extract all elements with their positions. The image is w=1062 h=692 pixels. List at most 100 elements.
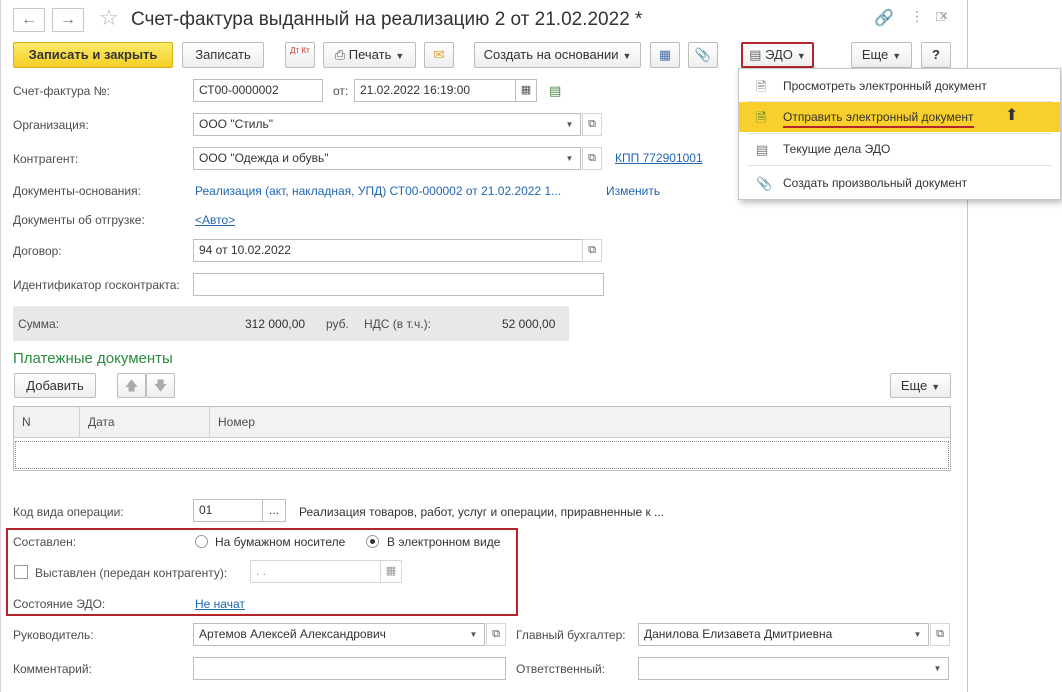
menu-edo-tasks-label: Текущие дела ЭДО bbox=[783, 142, 891, 156]
comment-field[interactable] bbox=[193, 657, 506, 680]
printer-icon: ⎙ bbox=[334, 47, 346, 62]
head-dropdown-icon[interactable]: ▼ bbox=[463, 623, 485, 646]
arrow-up-icon: 🡅 bbox=[124, 378, 139, 393]
operation-code-field[interactable]: 01 bbox=[193, 499, 263, 522]
column-date[interactable]: Дата bbox=[80, 407, 210, 438]
payments-table[interactable]: N Дата Номер bbox=[13, 406, 951, 471]
edo-state-label: Состояние ЭДО: bbox=[13, 597, 106, 611]
change-link[interactable]: Изменить bbox=[606, 184, 660, 198]
shipping-docs-label: Документы об отгрузке: bbox=[13, 213, 145, 227]
more-label: Еще bbox=[861, 47, 889, 62]
dtkt-icon: Дт Кт bbox=[290, 46, 310, 55]
edo-state-link[interactable]: Не начат bbox=[195, 597, 245, 611]
head-field[interactable]: Артемов Алексей Александрович bbox=[193, 623, 464, 646]
issued-date-field[interactable]: . . bbox=[250, 560, 381, 583]
org-label: Организация: bbox=[13, 118, 89, 132]
help-button[interactable]: ? bbox=[921, 42, 951, 68]
create-based-label: Создать на основании bbox=[483, 47, 619, 62]
back-button[interactable]: ← bbox=[13, 8, 45, 32]
contract-open-icon[interactable]: ⧉ bbox=[582, 239, 602, 262]
edo-tasks-icon: ▤ bbox=[756, 142, 769, 157]
paper-radio-label[interactable]: На бумажном носителе bbox=[215, 535, 345, 549]
more-button[interactable]: Еще ▼ bbox=[851, 42, 912, 68]
menu-send-edoc[interactable]: 🗎 Отправить электронный документ ⬆ bbox=[739, 102, 1060, 132]
table-row[interactable] bbox=[15, 441, 949, 469]
shipping-docs-link[interactable]: <Авто> bbox=[195, 213, 235, 227]
paperclip-icon: 📎 bbox=[756, 176, 773, 191]
gov-id-field[interactable] bbox=[193, 273, 604, 296]
operation-description: Реализация товаров, работ, услуг и опера… bbox=[299, 505, 665, 519]
move-down-button[interactable]: 🡇 bbox=[146, 373, 175, 398]
responsible-dropdown-icon[interactable]: ▼ bbox=[927, 657, 949, 680]
column-n[interactable]: N bbox=[14, 407, 80, 438]
comment-label: Комментарий: bbox=[13, 662, 92, 676]
paperclip-icon: 📎 bbox=[694, 47, 712, 62]
save-button[interactable]: Записать bbox=[182, 42, 264, 68]
payments-more-button[interactable]: Еще ▼ bbox=[890, 373, 951, 398]
issued-calendar-icon[interactable]: ▦ bbox=[380, 560, 402, 583]
responsible-field[interactable] bbox=[638, 657, 928, 680]
menu-create-doc-label: Создать произвольный документ bbox=[783, 176, 968, 190]
date-field[interactable]: 21.02.2022 16:19:00 bbox=[354, 79, 516, 102]
counterparty-field[interactable]: ООО "Одежда и обувь" bbox=[193, 147, 560, 170]
kpp-link[interactable]: КПП 772901001 bbox=[615, 151, 703, 165]
payments-more-label: Еще bbox=[900, 378, 928, 393]
operation-select-button[interactable]: ... bbox=[262, 499, 286, 522]
electronic-radio-label[interactable]: В электронном виде bbox=[387, 535, 500, 549]
print-button[interactable]: ⎙ Печать ▼ bbox=[323, 42, 416, 68]
table-header: N Дата Номер bbox=[14, 407, 950, 438]
move-up-button[interactable]: 🡅 bbox=[117, 373, 146, 398]
accountant-label: Главный бухгалтер: bbox=[516, 628, 626, 642]
accountant-field[interactable]: Данилова Елизавета Дмитриевна bbox=[638, 623, 908, 646]
contract-field[interactable]: 94 от 10.02.2022 bbox=[193, 239, 583, 262]
email-button[interactable]: ✉ bbox=[424, 42, 454, 68]
menu-edo-tasks[interactable]: ▤ Текущие дела ЭДО bbox=[739, 134, 1060, 164]
menu-divider bbox=[747, 165, 1052, 166]
accountant-dropdown-icon[interactable]: ▼ bbox=[907, 623, 929, 646]
arrow-right-icon: → bbox=[60, 11, 76, 28]
base-docs-link[interactable]: Реализация (акт, накладная, УПД) СТ00-00… bbox=[195, 184, 561, 198]
more-vert-icon[interactable]: ⋮ bbox=[910, 8, 924, 25]
accountant-open-icon[interactable]: ⧉ bbox=[930, 623, 950, 646]
from-label: от: bbox=[333, 84, 349, 98]
link-icon[interactable]: 🔗 bbox=[874, 8, 894, 28]
head-label: Руководитель: bbox=[13, 628, 94, 642]
history-icon[interactable]: ▤ bbox=[549, 83, 561, 99]
menu-view-edoc[interactable]: 🗎 Просмотреть электронный документ bbox=[739, 71, 1060, 101]
edo-menu: 🗎 Просмотреть электронный документ 🗎 Отп… bbox=[738, 68, 1061, 200]
add-payment-button[interactable]: Добавить bbox=[14, 373, 96, 398]
menu-send-edoc-label: Отправить электронный документ bbox=[783, 110, 974, 128]
counterparty-dropdown-icon[interactable]: ▼ bbox=[559, 147, 581, 170]
head-open-icon[interactable]: ⧉ bbox=[486, 623, 506, 646]
org-open-icon[interactable]: ⧉ bbox=[582, 113, 602, 136]
org-field[interactable]: ООО "Стиль" bbox=[193, 113, 560, 136]
responsible-label: Ответственный: bbox=[516, 662, 606, 676]
issued-label[interactable]: Выставлен (передан контрагенту): bbox=[35, 566, 227, 580]
electronic-radio[interactable] bbox=[366, 535, 379, 548]
column-number[interactable]: Номер bbox=[210, 407, 950, 438]
counterparty-open-icon[interactable]: ⧉ bbox=[582, 147, 602, 170]
edo-label: ЭДО bbox=[765, 47, 793, 62]
paper-radio[interactable] bbox=[195, 535, 208, 548]
star-icon[interactable]: ☆ bbox=[99, 5, 119, 31]
forward-button[interactable]: → bbox=[52, 8, 84, 32]
document-icon: 🗎 bbox=[756, 79, 767, 94]
issued-checkbox[interactable] bbox=[14, 565, 28, 579]
close-window-icon[interactable]: × bbox=[939, 8, 948, 26]
save-close-button[interactable]: Записать и закрыть bbox=[13, 42, 173, 68]
menu-create-doc[interactable]: 📎 Создать произвольный документ bbox=[739, 168, 1060, 198]
sum-value: 312 000,00 bbox=[245, 317, 306, 331]
invoice-no-field[interactable]: СТ00-0000002 bbox=[193, 79, 323, 102]
dtkt-button[interactable]: Дт Кт bbox=[285, 42, 315, 68]
edo-button[interactable]: ▤ ЭДО ▼ bbox=[741, 42, 814, 68]
org-dropdown-icon[interactable]: ▼ bbox=[559, 113, 581, 136]
structure-button[interactable]: ▦ bbox=[650, 42, 680, 68]
gov-id-label: Идентификатор госконтракта: bbox=[13, 278, 180, 292]
attach-button[interactable]: 📎 bbox=[688, 42, 718, 68]
vat-value: 52 000,00 bbox=[502, 317, 556, 331]
sum-label: Сумма: bbox=[18, 317, 60, 331]
create-based-button[interactable]: Создать на основании ▼ bbox=[474, 42, 641, 68]
calendar-icon[interactable]: ▦ bbox=[515, 79, 537, 102]
structure-icon: ▦ bbox=[658, 47, 672, 62]
contract-label: Договор: bbox=[13, 244, 62, 258]
